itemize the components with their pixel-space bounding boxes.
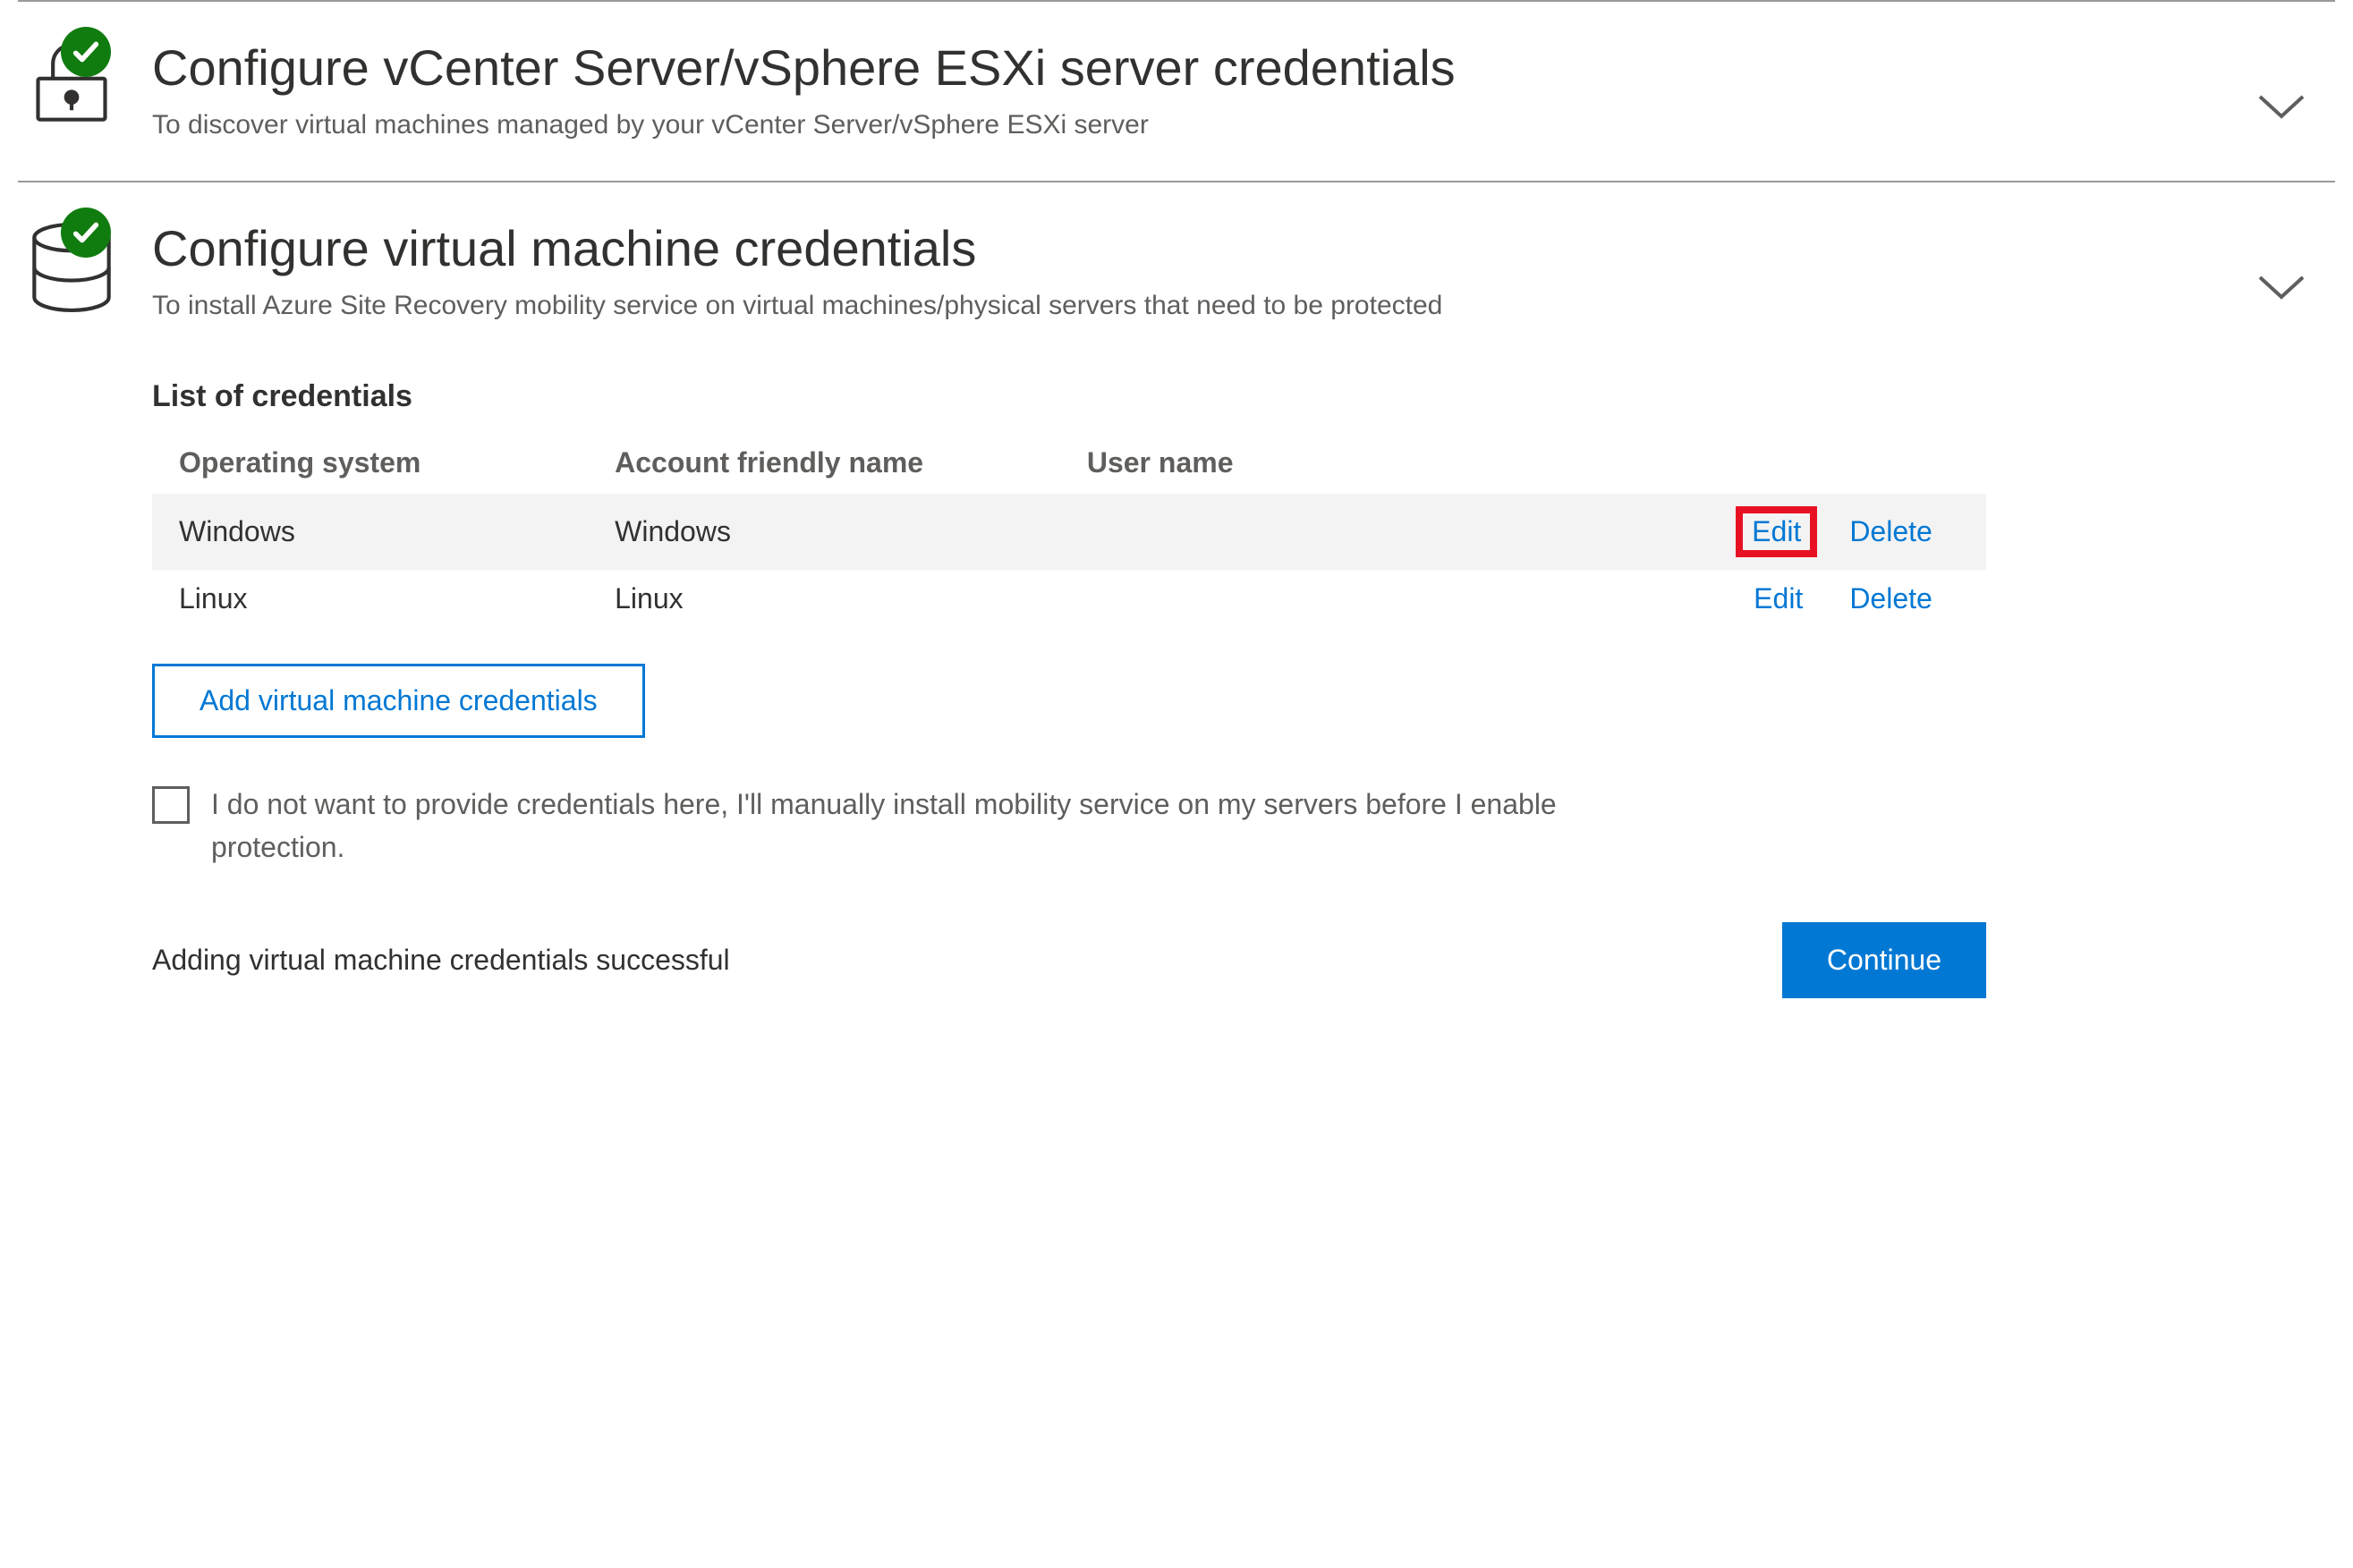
add-vm-credentials-button[interactable]: Add virtual machine credentials bbox=[152, 664, 645, 738]
col-os: Operating system bbox=[152, 432, 588, 494]
cell-os: Linux bbox=[152, 570, 588, 628]
cell-user bbox=[1060, 494, 1623, 570]
lock-icon bbox=[18, 38, 125, 127]
credentials-table: Operating system Account friendly name U… bbox=[152, 432, 1986, 628]
credentials-list-title: List of credentials bbox=[152, 379, 2264, 414]
col-user: User name bbox=[1060, 432, 1623, 494]
database-icon bbox=[18, 218, 125, 317]
check-badge-icon bbox=[61, 27, 111, 77]
section-subtitle: To install Azure Site Recovery mobility … bbox=[152, 285, 2228, 326]
table-row: Windows Windows Edit Delete bbox=[152, 494, 1986, 570]
delete-link[interactable]: Delete bbox=[1849, 582, 1933, 614]
cell-os: Windows bbox=[152, 494, 588, 570]
cell-account: Windows bbox=[588, 494, 1060, 570]
edit-link[interactable]: Edit bbox=[1754, 582, 1803, 614]
section-vm-credentials: Configure virtual machine credentials To… bbox=[18, 181, 2335, 1034]
chevron-down-icon[interactable] bbox=[2255, 272, 2308, 304]
opt-out-checkbox[interactable] bbox=[152, 786, 190, 824]
section-subtitle: To discover virtual machines managed by … bbox=[152, 105, 2228, 145]
table-row: Linux Linux Edit Delete bbox=[152, 570, 1986, 628]
edit-highlight: Edit bbox=[1736, 506, 1817, 557]
cell-user bbox=[1060, 570, 1623, 628]
section-vcenter-credentials: Configure vCenter Server/vSphere ESXi se… bbox=[18, 0, 2335, 181]
continue-button[interactable]: Continue bbox=[1782, 922, 1986, 998]
opt-out-label: I do not want to provide credentials her… bbox=[211, 783, 1643, 869]
delete-link[interactable]: Delete bbox=[1849, 515, 1933, 547]
section-title: Configure vCenter Server/vSphere ESXi se… bbox=[152, 38, 2228, 97]
status-message: Adding virtual machine credentials succe… bbox=[152, 944, 730, 977]
edit-link[interactable]: Edit bbox=[1752, 515, 1801, 547]
col-account: Account friendly name bbox=[588, 432, 1060, 494]
cell-account: Linux bbox=[588, 570, 1060, 628]
check-badge-icon bbox=[61, 208, 111, 258]
chevron-down-icon[interactable] bbox=[2255, 91, 2308, 123]
section-title: Configure virtual machine credentials bbox=[152, 218, 2228, 278]
